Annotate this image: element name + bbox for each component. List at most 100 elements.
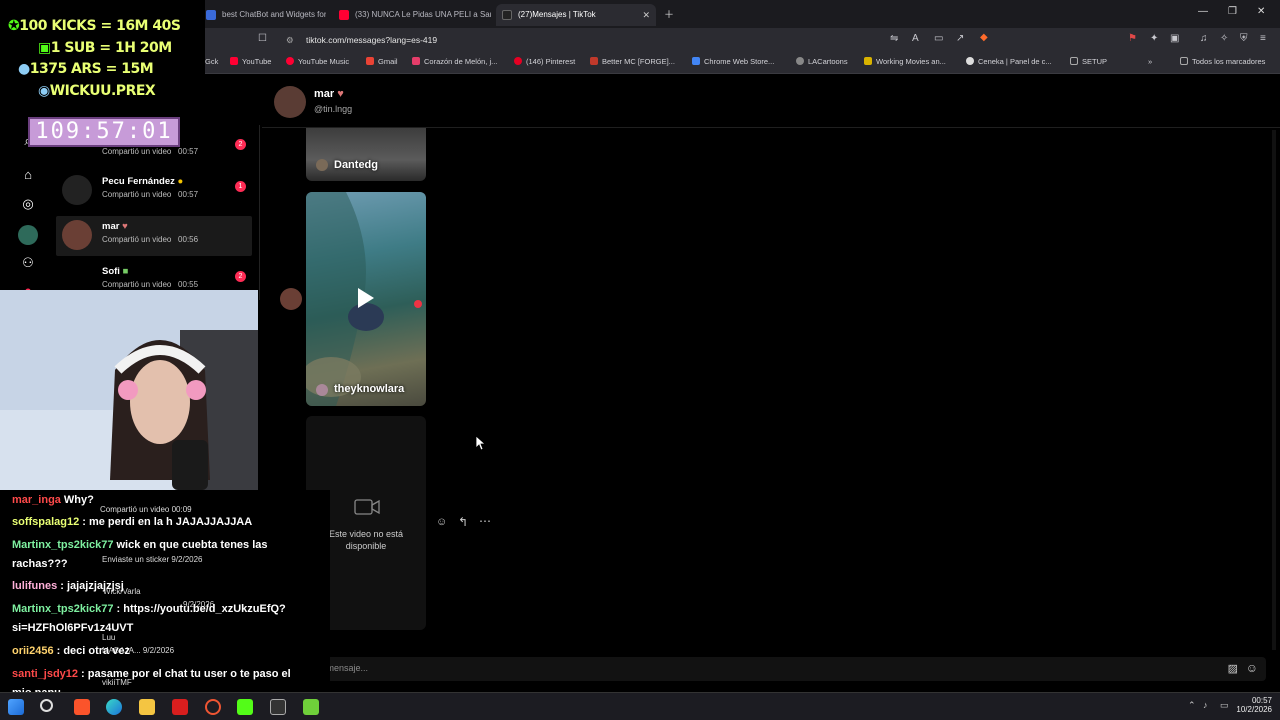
conversation-preview: Compartió un video 00:55 xyxy=(102,280,199,289)
minecraft-icon[interactable] xyxy=(303,699,319,715)
rewards-icon[interactable]: ⚑ xyxy=(1128,33,1137,44)
shared-video-card[interactable]: Dantedg xyxy=(306,128,426,181)
sender-avatar[interactable] xyxy=(280,288,302,310)
obs-icon[interactable] xyxy=(205,699,221,715)
bookmark-item[interactable]: YouTube Music xyxy=(286,57,349,66)
tf-app-icon[interactable] xyxy=(172,699,188,715)
bookmark-item[interactable]: LACartoons xyxy=(796,57,848,66)
heart-icon xyxy=(412,57,420,65)
shared-video-card[interactable]: theyknowlara xyxy=(306,192,426,406)
image-upload-icon[interactable]: ▨ xyxy=(1228,662,1238,675)
stream-chat-overlay: Compartió un video 00:09 Enviaste un sti… xyxy=(0,490,330,699)
chat-underlay-text: Luu xyxy=(102,633,116,642)
clock[interactable]: 00:57 10/2/2026 xyxy=(1236,696,1272,714)
conversation-item[interactable]: Pecu Fernández ● Compartió un video 00:5… xyxy=(56,171,252,211)
minecraft-icon xyxy=(590,57,598,65)
windows-start-icon[interactable] xyxy=(8,699,24,715)
browser-tab-active[interactable]: (27)Mensajes | TikTok ✕ xyxy=(496,4,656,26)
search-icon[interactable] xyxy=(40,699,53,712)
chat-message: mar_inga Why? xyxy=(12,494,94,506)
emoji-picker-icon[interactable]: ☺ xyxy=(1246,661,1258,675)
conversation-preview: Compartió un video 00:57 xyxy=(102,190,199,199)
more-options-icon[interactable]: ⋯ xyxy=(479,514,491,528)
conversation-name: Sofi ■ xyxy=(102,266,129,277)
sidebar-icon[interactable]: ▣ xyxy=(1170,33,1179,44)
folder-icon xyxy=(1180,57,1188,65)
bookmark-item[interactable]: Gck xyxy=(205,57,218,66)
contact-avatar[interactable] xyxy=(274,86,306,118)
kick-icon[interactable] xyxy=(237,699,253,715)
url-text: tiktok.com/messages?lang=es-419 xyxy=(306,35,438,45)
vpn-icon[interactable]: ⛨ xyxy=(1240,33,1248,44)
close-tab-icon[interactable]: ✕ xyxy=(642,4,650,26)
bookmark-item[interactable]: (146) Pinterest xyxy=(514,57,575,66)
chat-message: Martinx_tps2kick77: https://youtu.be/d_x… xyxy=(12,603,286,615)
tray-chevron-icon[interactable]: ⌃ xyxy=(1188,700,1196,711)
react-icon[interactable]: ☺ xyxy=(436,516,447,528)
bookmark-item[interactable]: YouTube xyxy=(230,57,271,66)
minimize-icon[interactable]: — xyxy=(1198,6,1208,17)
bookmark-item[interactable]: Gmail xyxy=(366,57,398,66)
explore-icon[interactable]: ◎ xyxy=(18,196,38,216)
unread-badge: 1 xyxy=(235,181,246,192)
cast-icon[interactable]: ▭ xyxy=(934,33,943,44)
thread-scrollbar[interactable] xyxy=(1272,130,1276,650)
reader-icon[interactable]: A xyxy=(912,33,919,44)
share-icon[interactable]: ↗ xyxy=(956,33,964,44)
profile-avatar-icon[interactable] xyxy=(18,225,38,245)
goal-ars: ●1375 ARS = 15M xyxy=(18,61,154,77)
close-window-icon[interactable]: ✕ xyxy=(1257,6,1265,17)
edge-icon[interactable] xyxy=(106,699,122,715)
brave-icon[interactable] xyxy=(74,699,90,715)
video-unavailable-icon xyxy=(354,499,380,515)
translate-icon[interactable]: ⇋ xyxy=(890,33,898,44)
webcam-feed xyxy=(0,290,258,490)
leo-icon[interactable]: ✧ xyxy=(1220,33,1228,44)
windows-taskbar: ⌃ ♪ ▭ 00:57 10/2/2026 xyxy=(0,692,1280,720)
app-icon[interactable] xyxy=(270,699,286,715)
reply-icon[interactable]: ↰ xyxy=(458,515,468,529)
creator-avatar xyxy=(316,384,328,396)
url-field[interactable]: ⚙ tiktok.com/messages?lang=es-419 xyxy=(280,32,900,48)
conversation-list: Compartió un video 00:57 2 Pecu Fernánde… xyxy=(48,125,260,300)
message-input[interactable]: Enviar un mensaje... ▨ ☺ xyxy=(276,657,1266,681)
more-bookmarks-icon[interactable]: » xyxy=(1148,57,1152,66)
subathon-timer: 109:57:01 xyxy=(28,117,180,147)
file-explorer-icon[interactable] xyxy=(139,699,155,715)
site-settings-icon[interactable]: ⚙ xyxy=(286,32,294,48)
youtube-music-icon xyxy=(286,57,294,65)
home-icon[interactable]: ⌂ xyxy=(18,167,38,187)
browser-tab[interactable]: best ChatBot and Widgets for Ki xyxy=(200,4,326,26)
media-icon[interactable]: ♫ xyxy=(1200,33,1208,44)
bookmark-item[interactable]: Chrome Web Store... xyxy=(692,57,774,66)
network-icon[interactable]: ▭ xyxy=(1220,700,1229,711)
bookmark-icon[interactable]: ☐ xyxy=(258,33,267,44)
contact-handle: @tin.lngg xyxy=(314,104,353,114)
emoji-icon: ■ xyxy=(122,266,129,277)
tiktok-nav-rail: ⌕ ⌂ ◎ ⚇ ● xyxy=(8,125,48,300)
browser-tab[interactable]: (33) NUNCA Le Pidas UNA PELI a Sar xyxy=(333,4,491,26)
bookmark-item[interactable]: Better MC [FORGE]... xyxy=(590,57,675,66)
channel-name: ◉WICKUU.PREX xyxy=(38,83,156,99)
conversation-preview: Compartió un video 00:56 xyxy=(102,235,199,244)
bookmark-item[interactable]: Ceneka | Panel de c... xyxy=(966,57,1052,66)
menu-icon[interactable]: ≡ xyxy=(1260,33,1266,44)
volume-icon[interactable]: ♪ xyxy=(1203,700,1208,710)
goal-kicks: ✪100 KICKS = 16M 40S xyxy=(8,18,181,34)
restore-icon[interactable]: ❐ xyxy=(1228,6,1237,17)
bookmark-folder[interactable]: Todos los marcadores xyxy=(1180,57,1265,66)
conversation-name: Pecu Fernández ● xyxy=(102,176,184,187)
extensions-icon[interactable]: ✦ xyxy=(1150,33,1158,44)
conversation-item-selected[interactable]: mar ♥ Compartió un video 00:56 xyxy=(56,216,252,256)
following-icon[interactable]: ⚇ xyxy=(18,255,38,275)
play-icon[interactable] xyxy=(358,288,374,308)
streamer-image xyxy=(0,290,258,490)
conversation-name: mar ♥ xyxy=(102,221,128,232)
new-tab-icon[interactable]: ＋ xyxy=(664,6,674,21)
contact-name[interactable]: mar ♥ xyxy=(314,88,344,100)
bookmark-item[interactable]: Working Movies an... xyxy=(864,57,946,66)
bookmark-folder[interactable]: SETUP xyxy=(1070,57,1107,66)
bookmark-item[interactable]: Corazón de Melón, j... xyxy=(412,57,497,66)
brave-shield-icon[interactable]: ◆ xyxy=(980,32,988,43)
clock-time: 00:57 xyxy=(1251,696,1272,705)
